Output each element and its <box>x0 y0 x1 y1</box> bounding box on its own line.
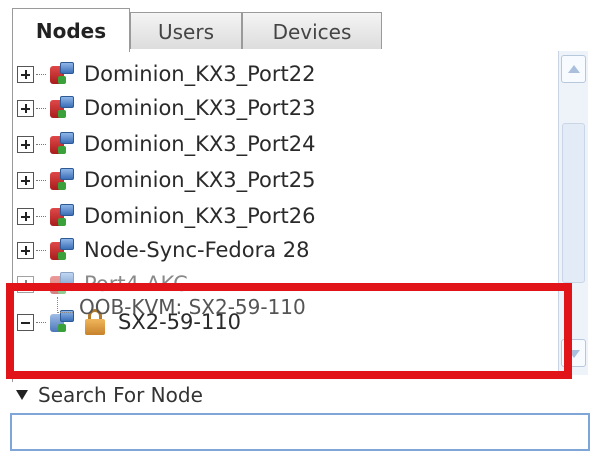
tree-connector <box>36 73 46 75</box>
expand-icon[interactable] <box>17 65 34 83</box>
tree-connector <box>36 179 46 181</box>
tree-connector <box>36 215 46 217</box>
tree-node[interactable]: Dominion_KX3_Port23 <box>13 91 315 125</box>
expand-icon[interactable] <box>17 171 34 189</box>
node-icon <box>48 166 76 194</box>
tab-nodes[interactable]: Nodes <box>12 8 130 52</box>
search-section-label: Search For Node <box>38 383 203 407</box>
expand-icon[interactable] <box>17 99 34 117</box>
tree-node[interactable]: Dominion_KX3_Port25 <box>13 163 315 197</box>
tree-node-label[interactable]: Dominion_KX3_Port24 <box>84 132 315 156</box>
tab-bar: Nodes Users Devices <box>12 8 597 52</box>
tree-node-label[interactable]: Node-Sync-Fedora 28 <box>84 238 310 262</box>
tree-node[interactable]: Dominion_KX3_Port26 <box>13 199 315 233</box>
tree-node[interactable]: Dominion_KX3_Port24 <box>13 127 315 161</box>
expand-icon[interactable] <box>17 241 34 259</box>
tree-node[interactable]: Node-Sync-Fedora 28 <box>13 233 310 267</box>
scroll-up-icon[interactable] <box>561 55 586 83</box>
tree-node[interactable]: Dominion_KX3_Port22 <box>13 57 315 91</box>
tree-connector <box>36 143 46 145</box>
node-icon <box>48 236 76 264</box>
node-icon <box>48 60 76 88</box>
tree-connector <box>36 249 46 251</box>
scroll-thumb[interactable] <box>562 123 585 283</box>
node-icon <box>48 130 76 158</box>
tab-users[interactable]: Users <box>130 12 242 50</box>
expand-icon[interactable] <box>17 135 34 153</box>
expand-icon[interactable] <box>17 207 34 225</box>
search-section-toggle[interactable]: Search For Node <box>16 383 203 407</box>
highlight-box <box>6 283 572 379</box>
tree-node-label[interactable]: Dominion_KX3_Port22 <box>84 62 315 86</box>
tree-node-label[interactable]: Dominion_KX3_Port25 <box>84 168 315 192</box>
node-icon <box>48 202 76 230</box>
collapse-triangle-icon <box>16 390 28 400</box>
tree-node-label[interactable]: Dominion_KX3_Port26 <box>84 204 315 228</box>
tab-devices[interactable]: Devices <box>242 12 382 50</box>
tree-connector <box>36 107 46 109</box>
node-icon <box>48 94 76 122</box>
search-node-input[interactable] <box>10 413 590 451</box>
tree-node-label[interactable]: Dominion_KX3_Port23 <box>84 96 315 120</box>
